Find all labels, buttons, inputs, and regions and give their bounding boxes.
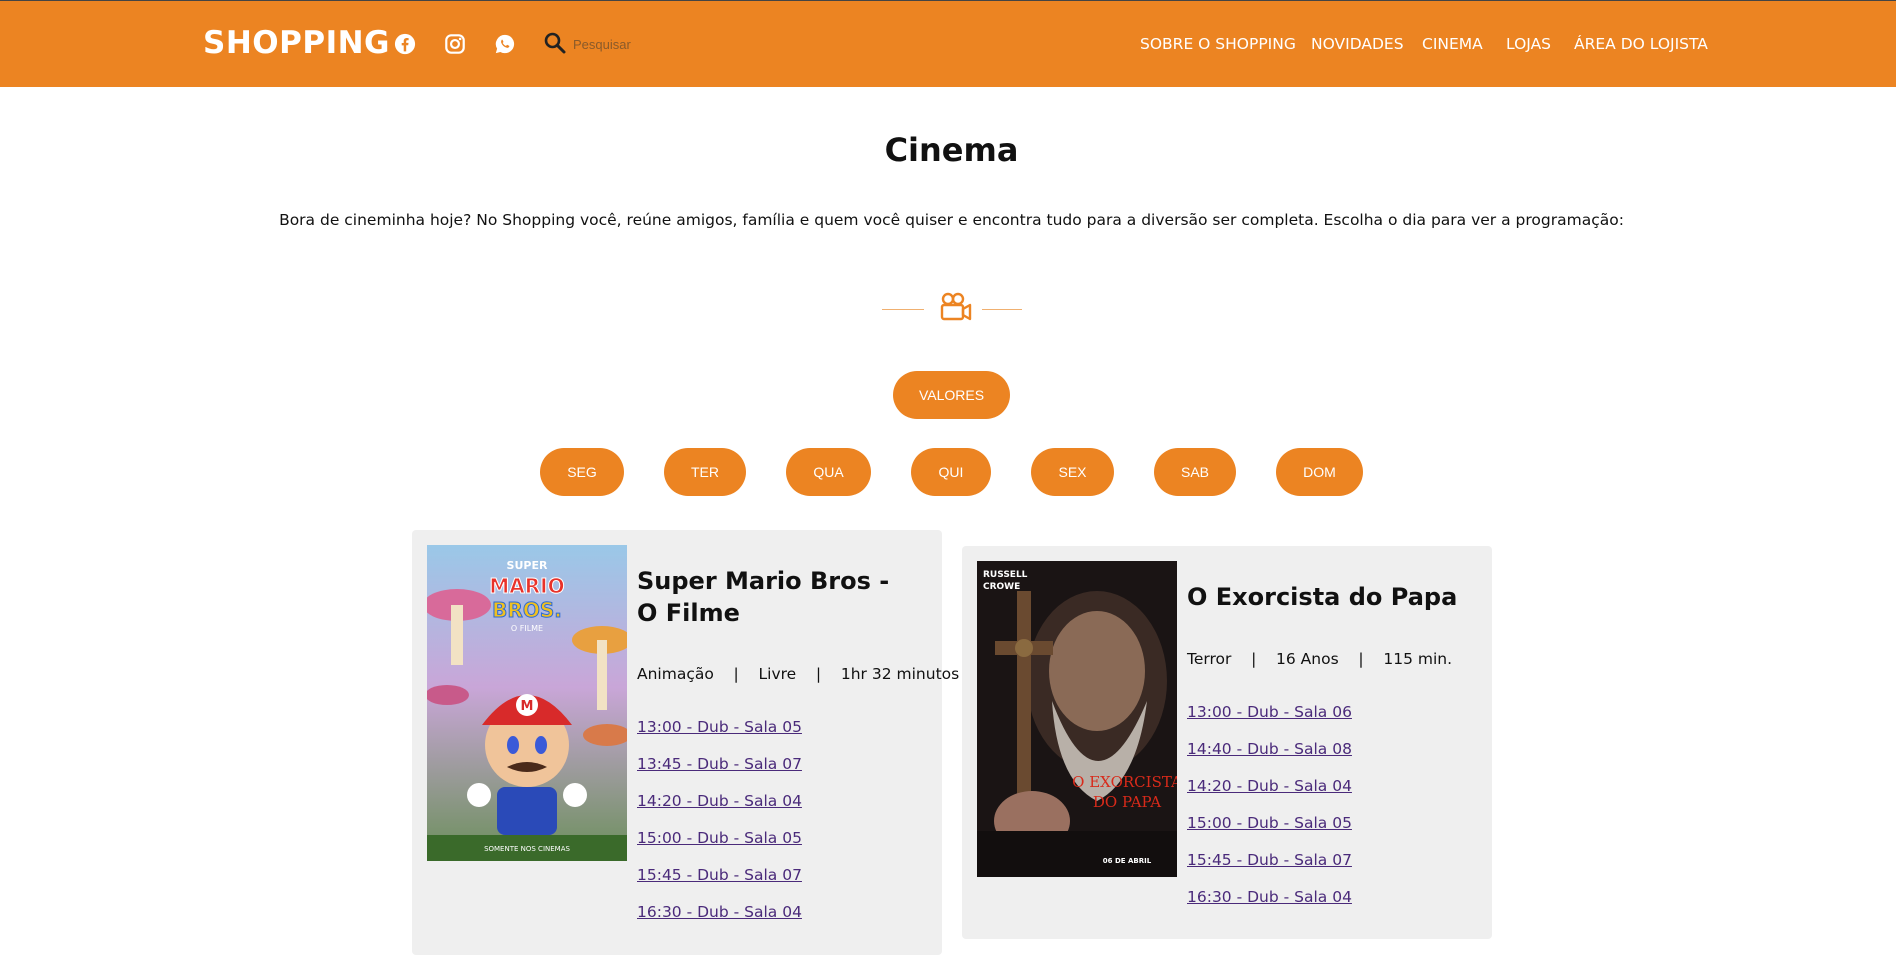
day-button-seg[interactable]: SEG — [540, 448, 624, 496]
nav-area-do-lojista[interactable]: ÁREA DO LOJISTA — [1574, 35, 1708, 53]
movie-poster-exorcista-do-papa[interactable]: RUSSELL CROWE O EXORCISTA DO PAPA 06 DE … — [977, 561, 1177, 877]
poster-text: 06 DE ABRIL — [1103, 857, 1152, 865]
nav-novidades[interactable]: NOVIDADES — [1311, 35, 1404, 53]
movie-genre: Terror — [1187, 650, 1232, 668]
session-link[interactable]: 14:40 - Dub - Sala 08 — [1187, 740, 1352, 758]
session-link[interactable]: 15:45 - Dub - Sala 07 — [637, 866, 802, 884]
session-link[interactable]: 13:00 - Dub - Sala 05 — [637, 718, 802, 736]
movie-card: RUSSELL CROWE O EXORCISTA DO PAPA 06 DE … — [962, 546, 1492, 939]
day-button-qui[interactable]: QUI — [911, 448, 991, 496]
meta-separator: | — [801, 665, 836, 683]
day-button-qua[interactable]: QUA — [786, 448, 871, 496]
site-header: SHOPPING SOBRE O SHOPPING NOVIDADES CINE… — [0, 0, 1896, 87]
poster-text: DO PAPA — [1093, 793, 1161, 811]
divider-right — [982, 309, 1022, 310]
movie-title: O Exorcista do Papa — [1187, 583, 1458, 611]
svg-text:M: M — [521, 699, 534, 714]
session-link[interactable]: 13:00 - Dub - Sala 06 — [1187, 703, 1352, 721]
movie-title: Super Mario Bros - O Filme — [637, 567, 890, 627]
search-box — [543, 31, 703, 57]
session-link[interactable]: 14:20 - Dub - Sala 04 — [637, 792, 802, 810]
meta-separator: | — [1343, 650, 1379, 668]
movie-genre: Animação — [637, 665, 714, 683]
poster-text: O EXORCISTA — [1072, 773, 1177, 791]
meta-separator: | — [718, 665, 754, 683]
movie-duration: 1hr 32 minutos — [840, 665, 960, 683]
day-button-ter[interactable]: TER — [664, 448, 746, 496]
session-link[interactable]: 15:00 - Dub - Sala 05 — [637, 829, 802, 847]
day-button-sex[interactable]: SEX — [1031, 448, 1114, 496]
session-link[interactable]: 16:30 - Dub - Sala 04 — [637, 903, 802, 921]
movie-camera-icon — [939, 290, 973, 324]
search-icon[interactable] — [543, 31, 567, 55]
session-link[interactable]: 15:00 - Dub - Sala 05 — [1187, 814, 1352, 832]
session-link[interactable]: 14:20 - Dub - Sala 04 — [1187, 777, 1352, 795]
poster-text: O FILME — [511, 624, 543, 633]
poster-text: MARIO — [489, 574, 564, 598]
nav-lojas[interactable]: LOJAS — [1506, 35, 1551, 53]
poster-text: SOMENTE NOS CINEMAS — [484, 845, 570, 853]
session-link[interactable]: 13:45 - Dub - Sala 07 — [637, 755, 802, 773]
search-input[interactable] — [573, 33, 693, 55]
instagram-icon[interactable] — [444, 33, 466, 55]
valores-button[interactable]: VALORES — [893, 371, 1010, 419]
brand-logo[interactable]: SHOPPING — [203, 25, 390, 61]
meta-separator: | — [1236, 650, 1272, 668]
movie-meta: Animação | Livre | 1hr 32 minutos — [637, 665, 959, 683]
movie-card: M SUPER MARIO BROS. O FILME SOMENTE NOS … — [412, 530, 959, 955]
intro-text: Bora de cineminha hoje? No Shopping você… — [279, 211, 1624, 229]
poster-text: RUSSELL — [983, 570, 1028, 580]
poster-text: SUPER — [507, 559, 548, 572]
movie-meta: Terror | 16 Anos | 115 min. — [1187, 650, 1452, 668]
movie-rating: 16 Anos — [1276, 650, 1339, 668]
nav-sobre-o-shopping[interactable]: SOBRE O SHOPPING — [1140, 35, 1296, 53]
page-title: Cinema — [884, 131, 1019, 169]
whatsapp-icon[interactable] — [494, 33, 516, 55]
movie-poster-super-mario[interactable]: M SUPER MARIO BROS. O FILME SOMENTE NOS … — [427, 545, 627, 861]
day-button-sab[interactable]: SAB — [1154, 448, 1236, 496]
poster-text: CROWE — [983, 582, 1020, 592]
divider-left — [882, 309, 924, 310]
session-link[interactable]: 15:45 - Dub - Sala 07 — [1187, 851, 1352, 869]
movie-rating: Livre — [758, 665, 797, 683]
facebook-icon[interactable] — [394, 33, 416, 55]
poster-text: BROS. — [492, 598, 562, 622]
session-link[interactable]: 16:30 - Dub - Sala 04 — [1187, 888, 1352, 906]
nav-cinema[interactable]: CINEMA — [1422, 35, 1483, 53]
movie-duration: 115 min. — [1383, 650, 1453, 668]
day-button-dom[interactable]: DOM — [1276, 448, 1363, 496]
